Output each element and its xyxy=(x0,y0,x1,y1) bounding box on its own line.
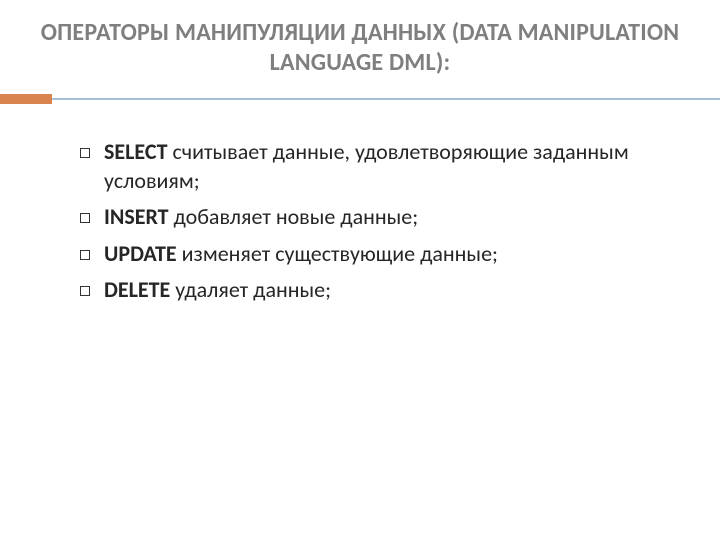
keyword: UPDATE xyxy=(104,240,177,267)
page-title: ОПЕРАТОРЫ МАНИПУЛЯЦИИ ДАННЫХ (DATA MANIP… xyxy=(40,18,680,78)
list-item: UPDATE изменяет существующие данные; xyxy=(80,240,660,269)
list-item: SELECT считывает данные, удовлетворяющие… xyxy=(80,138,660,195)
item-text: считывает данные, удовлетворяющие заданн… xyxy=(104,138,629,194)
list-item: INSERT добавляет новые данные; xyxy=(80,203,660,232)
item-text: удаляет данные; xyxy=(170,276,331,303)
divider-accent xyxy=(0,94,52,104)
list-item: DELETE удаляет данные; xyxy=(80,276,660,305)
keyword: SELECT xyxy=(104,138,168,165)
keyword: INSERT xyxy=(104,203,169,230)
title-area: ОПЕРАТОРЫ МАНИПУЛЯЦИИ ДАННЫХ (DATA MANIP… xyxy=(0,0,720,88)
keyword: DELETE xyxy=(104,276,170,303)
divider-line xyxy=(0,98,720,100)
item-text: изменяет существующие данные; xyxy=(177,240,498,267)
item-text: добавляет новые данные; xyxy=(169,203,419,230)
divider xyxy=(0,94,720,104)
bullet-list: SELECT считывает данные, удовлетворяющие… xyxy=(80,138,660,305)
content-area: SELECT считывает данные, удовлетворяющие… xyxy=(0,138,720,305)
